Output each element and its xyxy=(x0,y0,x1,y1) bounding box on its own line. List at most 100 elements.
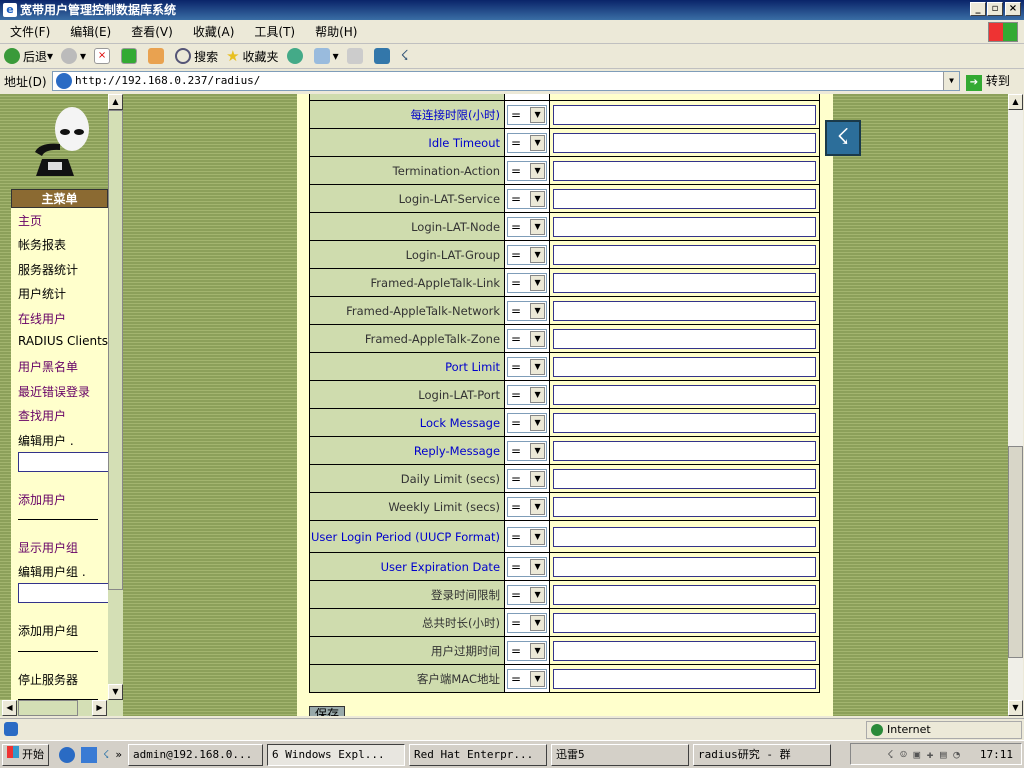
menu-tools[interactable]: 工具(T) xyxy=(254,23,295,40)
attribute-value-input[interactable] xyxy=(552,384,816,405)
attribute-value-input[interactable] xyxy=(552,160,816,181)
operator-select[interactable]: = ▼ xyxy=(507,640,548,661)
minimize-button[interactable]: _ xyxy=(970,2,986,16)
operator-select[interactable]: = ▼ xyxy=(507,300,548,321)
attribute-value-input[interactable] xyxy=(552,188,816,209)
operator-select[interactable]: = ▼ xyxy=(507,244,548,265)
menu-edit[interactable]: 编辑(E) xyxy=(70,23,111,40)
attribute-value-input[interactable] xyxy=(552,328,816,349)
operator-select[interactable]: = ▼ xyxy=(507,104,548,125)
home-button[interactable] xyxy=(148,48,167,64)
sidebar-item[interactable]: 主页 xyxy=(18,212,42,229)
stop-button[interactable]: × xyxy=(94,48,113,64)
scroll-right-button[interactable]: ▶ xyxy=(92,700,107,716)
maximize-button[interactable]: ▫ xyxy=(987,2,1003,16)
operator-select[interactable]: = ▼ xyxy=(507,216,548,237)
scroll-left-button[interactable]: ◀ xyxy=(2,700,17,716)
attribute-value-input[interactable] xyxy=(552,496,816,517)
operator-select[interactable]: = ▼ xyxy=(507,440,548,461)
menu-help[interactable]: 帮助(H) xyxy=(315,23,357,40)
scroll-up-button[interactable]: ▲ xyxy=(108,94,123,110)
attribute-value-input[interactable] xyxy=(552,356,816,377)
scroll-thumb[interactable] xyxy=(108,110,123,590)
operator-select[interactable]: = ▼ xyxy=(507,668,548,689)
attribute-value-input[interactable] xyxy=(552,440,816,461)
sidebar-item[interactable]: 添加用户 xyxy=(18,491,66,508)
sidebar-hscrollbar[interactable]: ◀ ▶ xyxy=(0,700,123,716)
attribute-value-input[interactable] xyxy=(552,272,816,293)
close-button[interactable]: × xyxy=(1005,2,1021,16)
sidebar-item[interactable]: 显示用户组 xyxy=(18,539,78,556)
main-scroll-up[interactable]: ▲ xyxy=(1008,94,1023,110)
quicklaunch-icon[interactable] xyxy=(81,746,97,763)
scroll-down-button[interactable]: ▼ xyxy=(108,684,123,700)
operator-select[interactable]: = ▼ xyxy=(507,160,548,181)
attribute-value-input[interactable] xyxy=(552,132,816,153)
address-input[interactable]: http://192.168.0.237/radius/▼ xyxy=(52,71,960,91)
main-scroll-down[interactable]: ▼ xyxy=(1008,700,1023,716)
attribute-value-input[interactable] xyxy=(552,526,816,547)
edit-button[interactable] xyxy=(373,48,393,64)
operator-select[interactable]: = ▼ xyxy=(507,584,548,605)
taskbar-task[interactable]: radius研究 - 群 xyxy=(693,743,832,766)
taskbar-task[interactable]: 6 Windows Expl... xyxy=(267,743,406,766)
print-button[interactable] xyxy=(346,48,366,64)
sidebar-item[interactable]: 在线用户 xyxy=(18,310,66,327)
main-scrollbar[interactable]: ▲ ▼ xyxy=(1008,94,1023,716)
menu-favorites[interactable]: 收藏(A) xyxy=(193,23,235,40)
attribute-value-input[interactable] xyxy=(552,640,816,661)
attribute-value-input[interactable] xyxy=(552,668,816,689)
operator-select[interactable]: = ▼ xyxy=(507,468,548,489)
search-button[interactable]: 搜索 xyxy=(175,48,218,65)
save-button[interactable]: 保存 xyxy=(309,706,345,716)
attribute-value-input[interactable] xyxy=(552,584,816,605)
thunder-button[interactable]: ☇ xyxy=(401,48,409,64)
history-button[interactable] xyxy=(286,48,306,64)
attribute-value-input[interactable] xyxy=(552,412,816,433)
quicklaunch-ie-icon[interactable] xyxy=(59,746,75,763)
taskbar-task[interactable]: admin@192.168.0... xyxy=(128,743,264,766)
forward-button[interactable]: ▾ xyxy=(61,48,86,64)
attribute-value-input[interactable] xyxy=(552,300,816,321)
attribute-value-input[interactable] xyxy=(552,556,816,577)
favorites-button[interactable]: ★ 收藏夹 xyxy=(226,47,278,65)
operator-select[interactable]: = ▼ xyxy=(507,132,548,153)
main-scroll-thumb[interactable] xyxy=(1008,446,1023,658)
refresh-button[interactable] xyxy=(121,48,140,64)
operator-select[interactable]: = ▼ xyxy=(507,526,548,547)
hscroll-thumb[interactable] xyxy=(18,700,78,716)
operator-select[interactable]: = ▼ xyxy=(507,272,548,293)
start-button[interactable]: 开始 xyxy=(2,743,49,766)
attribute-value-input[interactable] xyxy=(552,468,816,489)
operator-select[interactable]: = ▼ xyxy=(507,384,548,405)
operator-select[interactable]: = ▼ xyxy=(507,356,548,377)
sidebar-item[interactable]: 最近错误登录 xyxy=(18,383,90,400)
taskbar-task[interactable]: Red Hat Enterpr... xyxy=(409,743,548,766)
operator-select[interactable]: = ▼ xyxy=(507,556,548,577)
menu-view[interactable]: 查看(V) xyxy=(131,23,173,40)
go-button[interactable]: ➔ 转到 xyxy=(966,72,1010,91)
sidebar-item[interactable]: 查找用户 xyxy=(18,407,66,424)
sidebar-search-input[interactable] xyxy=(18,451,108,472)
quicklaunch-more-icon[interactable]: » xyxy=(115,748,122,761)
back-button[interactable]: 后退 ▾ xyxy=(4,48,53,65)
attribute-value-input[interactable] xyxy=(552,244,816,265)
sidebar-item[interactable]: 用户黑名单 xyxy=(18,358,78,375)
operator-select[interactable]: = ▼ xyxy=(507,612,548,633)
attribute-value-input[interactable] xyxy=(552,104,816,125)
operator-select[interactable]: = ▼ xyxy=(507,328,548,349)
address-dropdown[interactable]: ▼ xyxy=(943,72,959,90)
operator-select[interactable]: = ▼ xyxy=(507,496,548,517)
operator-select[interactable]: = ▼ xyxy=(507,188,548,209)
attribute-value-input[interactable] xyxy=(552,612,816,633)
tray-icons[interactable]: ☇ ☺ ▣ ✚ ▤ ◔ xyxy=(887,748,960,761)
attribute-value-input[interactable] xyxy=(552,216,816,237)
operator-select[interactable]: = ▼ xyxy=(507,412,548,433)
sidebar-scrollbar[interactable]: ▲ ▼ xyxy=(108,94,123,700)
taskbar-task[interactable]: 迅雷5 xyxy=(551,743,690,766)
sidebar-search-input[interactable] xyxy=(18,583,108,604)
thunder-float-icon[interactable]: ☇ xyxy=(825,120,861,156)
mail-button[interactable]: ▾ xyxy=(313,48,339,64)
quicklaunch-thunder-icon[interactable]: ☇ xyxy=(103,748,109,761)
menu-file[interactable]: 文件(F) xyxy=(10,23,50,40)
